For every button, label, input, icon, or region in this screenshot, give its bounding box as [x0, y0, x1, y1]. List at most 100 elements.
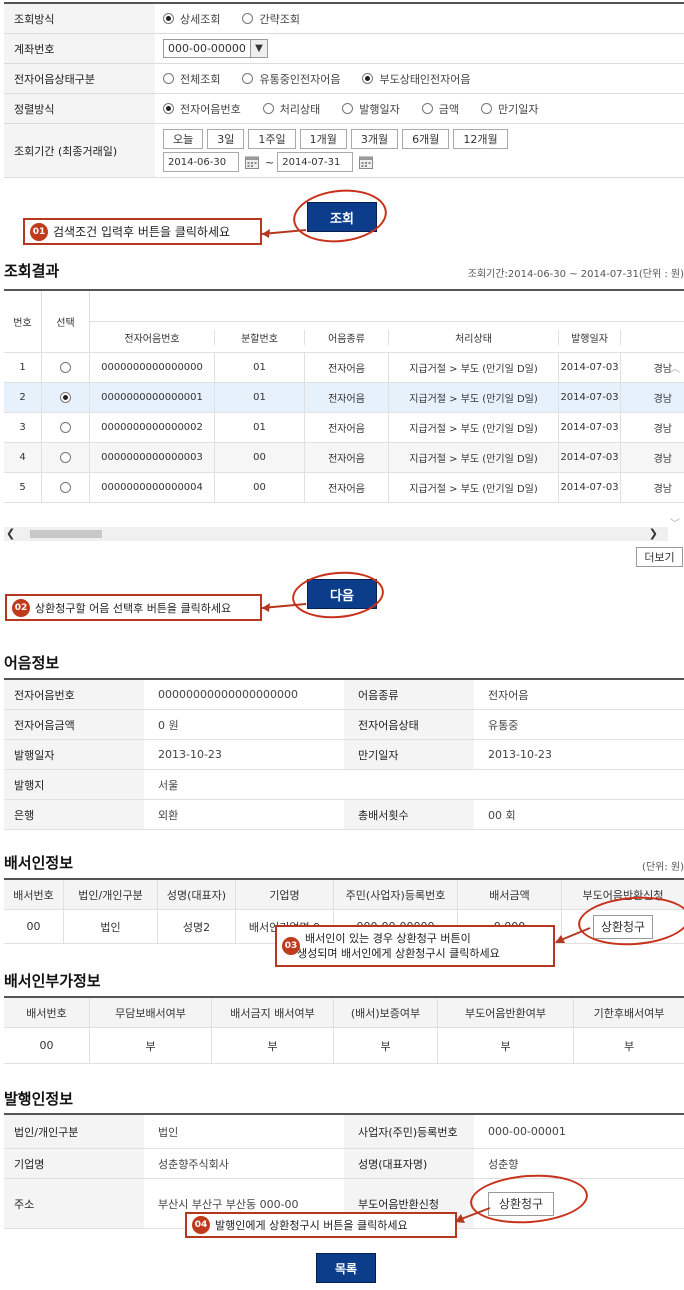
table-cell: 부 — [90, 1028, 212, 1063]
table-cell: 0000000000000003 — [90, 443, 215, 472]
info-label: 전자어음금액 — [4, 710, 144, 739]
date-to-input[interactable]: 2014-07-31 — [277, 152, 354, 172]
table-row[interactable]: 2 0000000000000001 01 전자어음 지급거절 > 부도 (만기일 D일… — [4, 383, 684, 413]
row-select-radio[interactable] — [60, 362, 71, 373]
period-today-button[interactable]: 오늘 — [163, 129, 204, 149]
info-value: 2013-10-23 — [158, 748, 222, 761]
radio-status-all[interactable]: 전체조회 — [163, 71, 220, 87]
radio-sort-issue-date[interactable]: 발행일자 — [342, 101, 400, 117]
info-value: 0 원 — [158, 718, 179, 732]
table-cell[interactable] — [42, 473, 90, 502]
radio-sort-amount[interactable]: 금액 — [421, 101, 459, 117]
account-select[interactable]: 000-00-00000 ▼ — [163, 39, 268, 58]
col-header: (배서)보증여부 — [334, 998, 438, 1027]
horizontal-scrollbar[interactable]: ❮ ❯ — [4, 527, 668, 541]
col-header: 배서번호 — [4, 880, 64, 909]
scrollbar-thumb[interactable] — [30, 530, 102, 538]
radio-status-dishonored[interactable]: 부도상태인전자어음 — [362, 71, 471, 87]
table-cell: 전자어음 — [305, 353, 389, 382]
period-6month-button[interactable]: 6개월 — [402, 129, 450, 149]
info-label: 전자어음번호 — [4, 680, 144, 709]
period-3month-button[interactable]: 3개월 — [350, 129, 399, 149]
more-button[interactable]: 더보기 — [636, 547, 683, 567]
table-row[interactable]: 4 0000000000000003 00 전자어음 지급거절 > 부도 (만기일 D일… — [4, 443, 684, 473]
date-from-input[interactable]: 2014-06-30 — [163, 152, 239, 172]
period-1week-button[interactable]: 1주일 — [248, 129, 296, 149]
period-12month-button[interactable]: 12개월 — [453, 129, 508, 149]
info-label: 사업자(주민)등록번호 — [344, 1115, 474, 1148]
col-header: 처리상태 — [389, 329, 559, 345]
table-cell: 0000000000000002 — [90, 413, 215, 442]
col-header: 분할번호 — [215, 329, 305, 345]
callout-4: 04 발행인에게 상환청구시 버튼을 클릭하세요 — [185, 1212, 457, 1238]
col-header: 배서금액 — [458, 880, 562, 909]
radio-sort-note-number[interactable]: 전자어음번호 — [163, 101, 241, 117]
info-label: 주소 — [4, 1179, 144, 1228]
table-cell: 부 — [623, 1039, 635, 1053]
table-cell: 부 — [334, 1028, 438, 1063]
col-header: 법인/개인구분 — [64, 880, 158, 909]
table-cell[interactable] — [42, 383, 90, 412]
info-label: 발행지 — [4, 770, 144, 799]
scroll-left-icon[interactable]: ❮ — [6, 527, 15, 540]
table-cell: 3 — [4, 413, 42, 442]
calendar-icon[interactable] — [242, 153, 262, 171]
endorser-extra-table: 배서번호 무담보배서여부 배서금지 배서여부 (배서)보증여부 부도어음반환여부… — [4, 996, 684, 1064]
calendar-icon[interactable] — [356, 153, 376, 171]
table-row[interactable]: 1 0000000000000000 01 전자어음 지급거절 > 부도 (만기일 D일… — [4, 353, 684, 383]
info-value: 000-00-00001 — [488, 1125, 566, 1138]
row-select-radio[interactable] — [60, 422, 71, 433]
table-cell: 법인 — [64, 910, 158, 943]
table-cell: 경남 — [653, 454, 672, 465]
info-value: 유통중 — [488, 718, 519, 732]
period-1month-button[interactable]: 1개월 — [299, 129, 347, 149]
radio-sort-status[interactable]: 처리상태 — [262, 101, 320, 117]
radio-detailed-query[interactable]: 상세조회 — [163, 11, 220, 27]
row-select-radio[interactable] — [60, 482, 71, 493]
table-cell[interactable] — [42, 443, 90, 472]
radio-sort-due-date[interactable]: 만기일자 — [480, 101, 538, 117]
radio-status-circulating[interactable]: 유통중인전자어음 — [242, 71, 340, 87]
scroll-right-icon[interactable]: ❯ — [649, 527, 658, 540]
note-info-table: 전자어음번호 00000000000000000000 어음종류 전자어음 전자어음금… — [4, 678, 684, 830]
scroll-up-icon[interactable]: ︿ — [670, 360, 680, 375]
col-header: 어음종류 — [305, 329, 389, 345]
row-select-radio[interactable] — [60, 392, 71, 403]
callout-1: 01 검색조건 입력후 버튼을 클릭하세요 — [23, 218, 262, 245]
radio-brief-query[interactable]: 간략조회 — [242, 11, 300, 27]
form-label-sort: 정렬방식 — [4, 94, 155, 123]
info-value: 성춘향주식회사 — [158, 1157, 229, 1171]
list-button[interactable]: 목록 — [316, 1253, 376, 1283]
table-cell: 경남 — [653, 484, 672, 495]
table-cell: 5 — [4, 473, 42, 502]
form-label-query-method: 조회방식 — [4, 4, 155, 33]
table-cell: 4 — [4, 443, 42, 472]
info-label: 성명(대표자명) — [344, 1149, 474, 1178]
table-cell[interactable] — [42, 353, 90, 382]
table-cell: 00 — [4, 910, 64, 943]
callout-3: 03 배서인이 있는 경우 상환청구 버튼이 생성되며 배서인에게 상환청구시 클… — [275, 925, 555, 967]
table-cell: 00 — [215, 443, 305, 472]
info-label: 어음종류 — [344, 680, 474, 709]
col-header: 기한후배서여부 — [574, 998, 684, 1027]
table-row[interactable]: 3 0000000000000002 01 전자어음 지급거절 > 부도 (만기일 D일… — [4, 413, 684, 443]
col-header: 배서금지 배서여부 — [212, 998, 334, 1027]
col-header: 전자어음번호 — [90, 329, 215, 345]
info-value: 2013-10-23 — [488, 748, 552, 761]
info-value: 외환 — [158, 808, 179, 822]
period-3day-button[interactable]: 3일 — [207, 129, 245, 149]
table-cell: 지급거절 > 부도 (만기일 D일) — [389, 473, 559, 502]
table-cell: 경남 — [653, 394, 672, 405]
table-row[interactable]: 5 0000000000000004 00 전자어음 지급거절 > 부도 (만기일 D일… — [4, 473, 684, 503]
search-form: 조회방식 상세조회 간략조회 계좌번호 000-00-00000 ▼ 전자어음상태… — [4, 2, 684, 178]
info-value: 서울 — [158, 778, 179, 792]
table-cell: 부 — [438, 1028, 574, 1063]
table-cell: 부 — [212, 1028, 334, 1063]
table-cell: 2014-07-03 — [559, 353, 621, 382]
table-cell: 지급거절 > 부도 (만기일 D일) — [389, 383, 559, 412]
scroll-down-icon[interactable]: ﹀ — [670, 515, 680, 530]
issuer-info-title: 발행인정보 — [4, 1090, 74, 1108]
row-select-radio[interactable] — [60, 452, 71, 463]
table-cell[interactable] — [42, 413, 90, 442]
info-label: 법인/개인구분 — [4, 1115, 144, 1148]
